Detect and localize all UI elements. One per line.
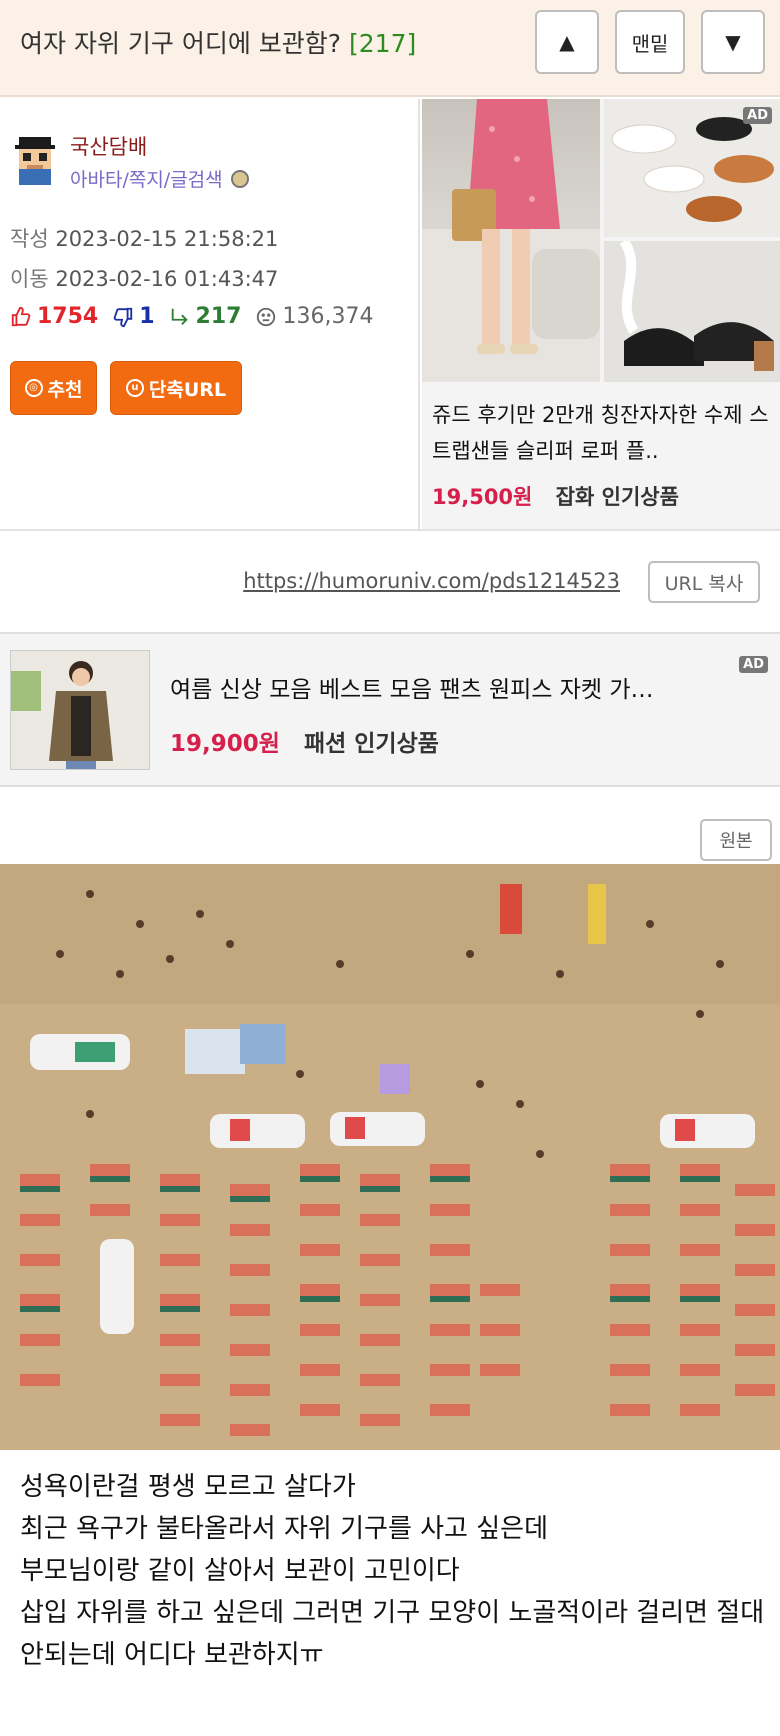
ad-mid-text[interactable]: 여름 신상 모음 베스트 모음 팬츠 원피스 자켓 가…	[170, 670, 690, 704]
ad-mid-price: 19,900원	[170, 731, 280, 757]
view-stat: 136,374	[255, 304, 373, 329]
dress-model-illustration	[422, 99, 600, 382]
short-url-button[interactable]: u 단축URL	[110, 361, 242, 415]
scroll-bottom-button[interactable]: 맨밑	[615, 10, 685, 74]
post-body: 성욕이란걸 평생 모르고 살다가 최근 욕구가 불타올라서 자위 기구를 사고 …	[20, 1466, 770, 1676]
post-body-line: 성욕이란걸 평생 모르고 살다가	[20, 1472, 356, 1502]
written-date: 작성 2023-02-15 21:58:21	[10, 223, 278, 253]
ad-mid-price-row: 19,900원 패션 인기상품	[170, 724, 439, 758]
ad-top-label: AD	[743, 107, 772, 124]
post-url-link[interactable]: https://humoruniv.com/pds1214523	[243, 569, 620, 593]
post-body-line: 최근 욕구가 불타올라서 자위 기구를 사고 싶은데	[20, 1514, 548, 1544]
reply-arrow-icon	[171, 308, 188, 325]
recommend-label: 추천	[47, 378, 83, 401]
black-sandals-illustration	[604, 241, 780, 382]
thumbs-down-icon	[113, 307, 133, 327]
thumbs-up-icon	[11, 306, 31, 326]
author-links: 아바타/쪽지/글검색	[70, 165, 249, 192]
recommend-button[interactable]: ◎ 추천	[10, 361, 97, 415]
short-url-label: 단축URL	[148, 378, 227, 401]
ad-mid[interactable]: 여름 신상 모음 베스트 모음 팬츠 원피스 자켓 가… 19,900원 패션 …	[0, 632, 780, 787]
post-title-text: 여자 자위 기구 어디에 보관함?	[20, 29, 342, 58]
ad-dress-image	[422, 99, 600, 382]
written-value: 2023-02-15 21:58:21	[55, 227, 279, 251]
author-name[interactable]: 국산담배	[70, 131, 147, 161]
jacket-model-illustration	[11, 651, 149, 769]
upvote-count: 1754	[37, 304, 99, 329]
reply-stat: 217	[169, 304, 242, 329]
ad-top-category: 잡화 인기상품	[555, 485, 679, 509]
written-label: 작성	[10, 227, 49, 251]
ad-mid-label: AD	[739, 656, 768, 673]
post-body-line: 안되는데 어디다 보관하지ㅠ	[20, 1640, 324, 1670]
moved-date: 이동 2023-02-16 01:43:47	[10, 263, 278, 293]
level-badge-icon	[230, 169, 249, 188]
downvote-stat: 1	[112, 304, 155, 329]
face-icon	[257, 307, 276, 326]
ad-top[interactable]: AD 쥬드 후기만 2만개 칭잔자자한 수제 스트랩샌들 슬리퍼 로퍼 플.. …	[422, 99, 780, 529]
downvote-count: 1	[139, 304, 155, 329]
avatar[interactable]	[11, 137, 59, 185]
post-info: 국산담배 아바타/쪽지/글검색 작성 2023-02-15 21:58:21 이…	[0, 99, 420, 529]
url-row: https://humoruniv.com/pds1214523 URL 복사	[0, 531, 780, 632]
post-title: 여자 자위 기구 어디에 보관함? [217]	[20, 24, 416, 60]
ad-sandals-image: AD	[604, 99, 780, 237]
post-stats: 1754 1 217 136,374	[10, 304, 387, 329]
original-image-button[interactable]: 원본	[700, 819, 772, 861]
moved-label: 이동	[10, 267, 49, 291]
short-url-icon: u	[125, 379, 144, 397]
author-links-text[interactable]: 아바타/쪽지/글검색	[70, 165, 223, 192]
ad-black-sandals-image	[604, 241, 780, 382]
ad-top-price-row: 19,500원 잡화 인기상품	[432, 481, 679, 511]
beach-aerial-illustration	[0, 864, 780, 1450]
url-copy-button[interactable]: URL 복사	[648, 561, 760, 603]
scroll-down-button[interactable]: ▼	[701, 10, 765, 74]
post-header: 여자 자위 기구 어디에 보관함? [217] ▲ 맨밑 ▼	[0, 0, 780, 97]
view-count: 136,374	[282, 304, 374, 329]
recommend-icon: ◎	[24, 379, 43, 397]
reply-count: [217]	[349, 29, 417, 58]
ad-top-text[interactable]: 쥬드 후기만 2만개 칭잔자자한 수제 스트랩샌들 슬리퍼 로퍼 플..	[432, 397, 772, 469]
ad-mid-image	[10, 650, 150, 770]
beach-photo[interactable]	[0, 864, 780, 1450]
ad-mid-category: 패션 인기상품	[303, 731, 439, 757]
upvote-stat: 1754	[10, 304, 98, 329]
moved-value: 2023-02-16 01:43:47	[55, 267, 279, 291]
post-body-line: 삽입 자위를 하고 싶은데 그러면 기구 모양이 노골적이라 걸리면 절대	[20, 1598, 765, 1628]
scroll-up-button[interactable]: ▲	[535, 10, 599, 74]
reply-stat-count: 217	[195, 304, 242, 329]
ad-top-price: 19,500원	[432, 485, 533, 509]
post-body-line: 부모님이랑 같이 살아서 보관이 고민이다	[20, 1556, 460, 1586]
